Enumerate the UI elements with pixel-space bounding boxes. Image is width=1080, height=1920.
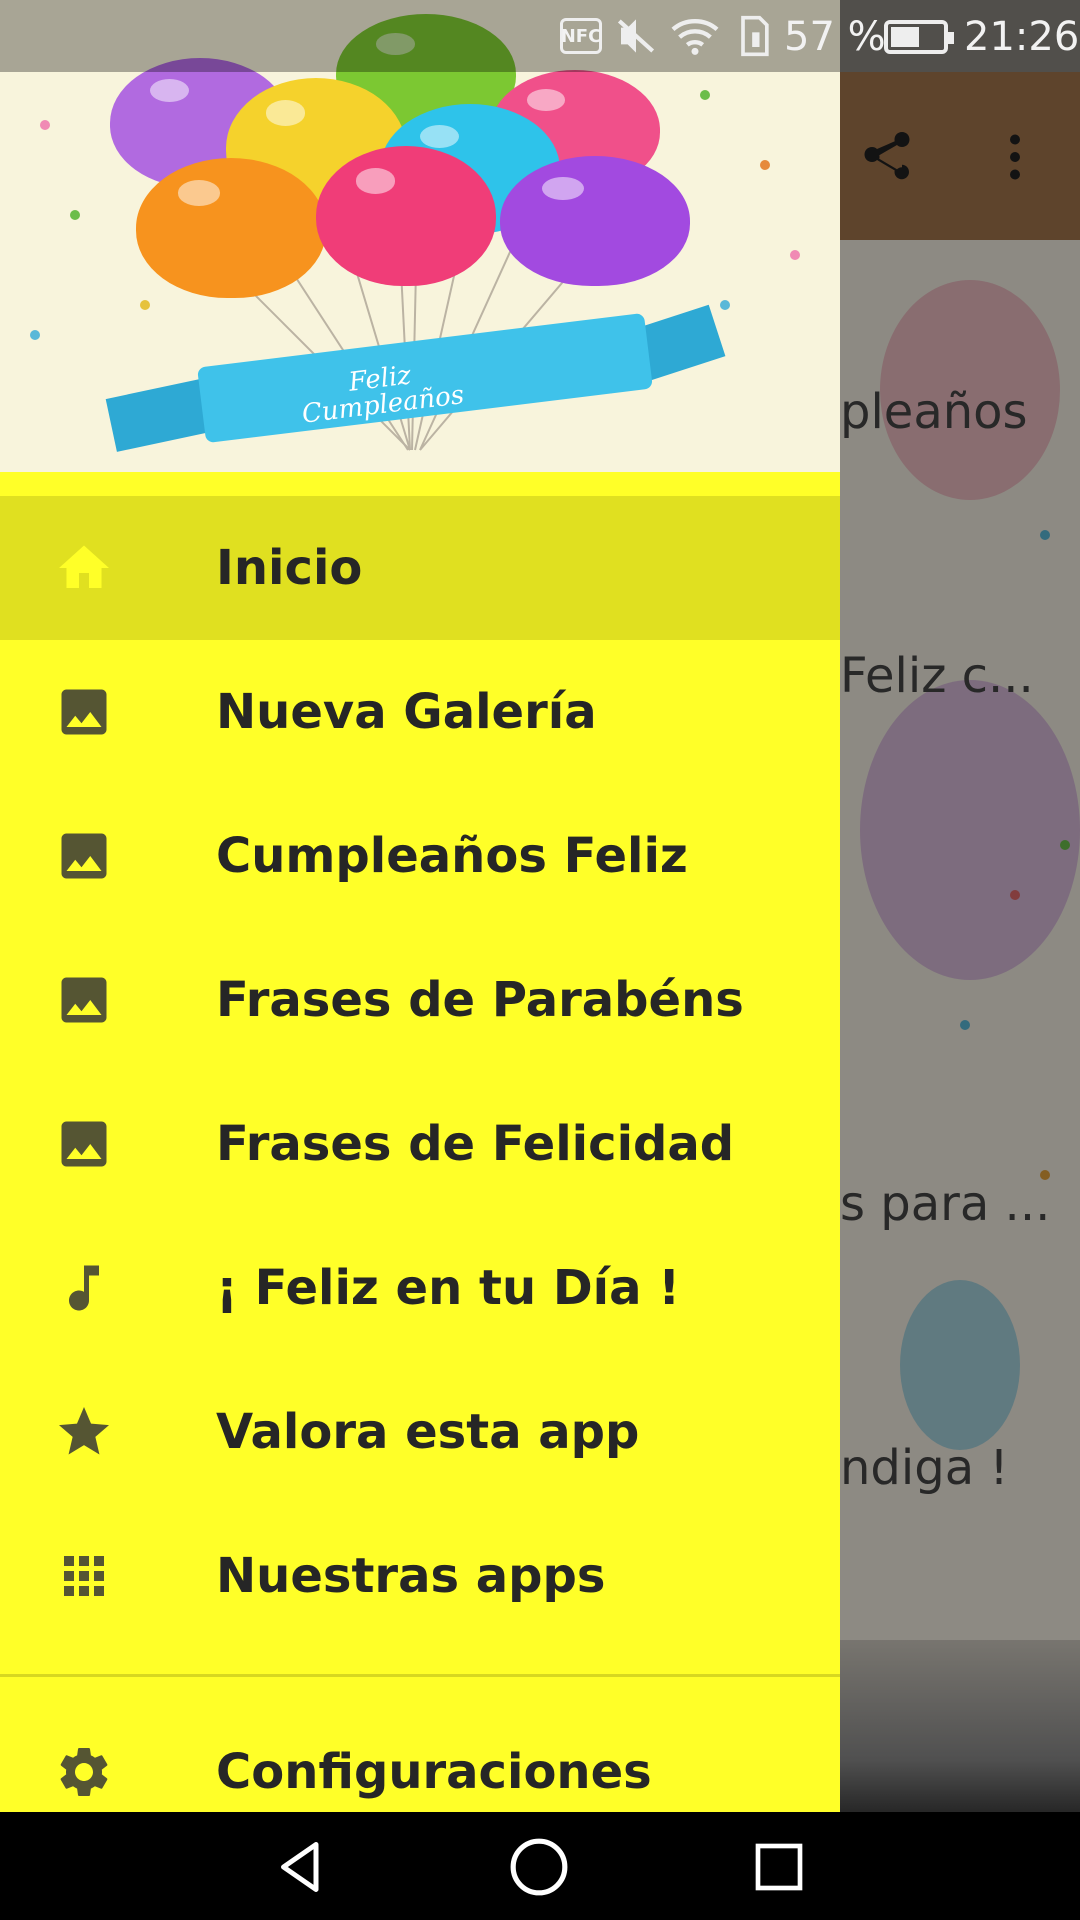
menu-divider (0, 1674, 840, 1677)
menu-label-feliz-en-tu-dia: ¡ Feliz en tu Día ! (216, 1260, 681, 1316)
nav-bar (0, 1812, 1080, 1920)
menu-label-frases-de-felicidad: Frases de Felicidad (216, 1116, 735, 1172)
image-icon (54, 1114, 114, 1174)
gear-icon (54, 1742, 114, 1802)
menu-item-nuestras-apps[interactable]: Nuestras apps (0, 1504, 840, 1648)
status-bar: NFC 57 % 21:26 (0, 0, 1080, 72)
menu-item-frases-de-felicidad[interactable]: Frases de Felicidad (0, 1072, 840, 1216)
wifi-icon (668, 14, 722, 68)
image-icon (54, 826, 114, 886)
home-icon (54, 538, 114, 598)
navigation-drawer: Feliz Cumpleaños Inicio Nueva Galería Cu… (0, 0, 840, 1812)
menu-label-configuraciones: Configuraciones (216, 1744, 652, 1800)
menu-label-valora-esta-app: Valora esta app (216, 1404, 640, 1460)
menu-label-cumpleanos-feliz: Cumpleaños Feliz (216, 828, 688, 884)
menu-item-feliz-en-tu-dia[interactable]: ¡ Feliz en tu Día ! (0, 1216, 840, 1360)
menu-label-nueva-galeria: Nueva Galería (216, 684, 597, 740)
menu-item-frases-de-parabens[interactable]: Frases de Parabéns (0, 928, 840, 1072)
mute-icon (616, 14, 656, 68)
menu-item-cumpleanos-feliz[interactable]: Cumpleaños Feliz (0, 784, 840, 928)
star-icon (54, 1402, 114, 1462)
menu-item-inicio[interactable]: Inicio (0, 496, 840, 640)
image-icon (54, 682, 114, 742)
battery-percent: 57 % (784, 14, 886, 60)
menu-item-configuraciones[interactable]: Configuraciones (0, 1700, 840, 1812)
music-note-icon (54, 1258, 114, 1318)
recents-icon[interactable] (746, 1834, 812, 1900)
menu-label-nuestras-apps: Nuestras apps (216, 1548, 606, 1604)
drawer-menu: Inicio Nueva Galería Cumpleaños Feliz Fr… (0, 496, 840, 1648)
back-icon[interactable] (268, 1834, 334, 1900)
nfc-icon: NFC (560, 18, 602, 54)
apps-grid-icon (54, 1546, 114, 1606)
image-icon (54, 970, 114, 1030)
screen: pleaños Feliz c... s para ... ndiga ! Fe… (0, 0, 1080, 1920)
menu-label-frases-de-parabens: Frases de Parabéns (216, 972, 744, 1028)
menu-item-nueva-galeria[interactable]: Nueva Galería (0, 640, 840, 784)
menu-item-valora-esta-app[interactable]: Valora esta app (0, 1360, 840, 1504)
status-time: 21:26 (964, 14, 1080, 60)
home-circle-icon[interactable] (506, 1834, 572, 1900)
sim-icon (734, 14, 774, 68)
battery-icon (884, 20, 954, 54)
menu-label-inicio: Inicio (216, 540, 363, 596)
